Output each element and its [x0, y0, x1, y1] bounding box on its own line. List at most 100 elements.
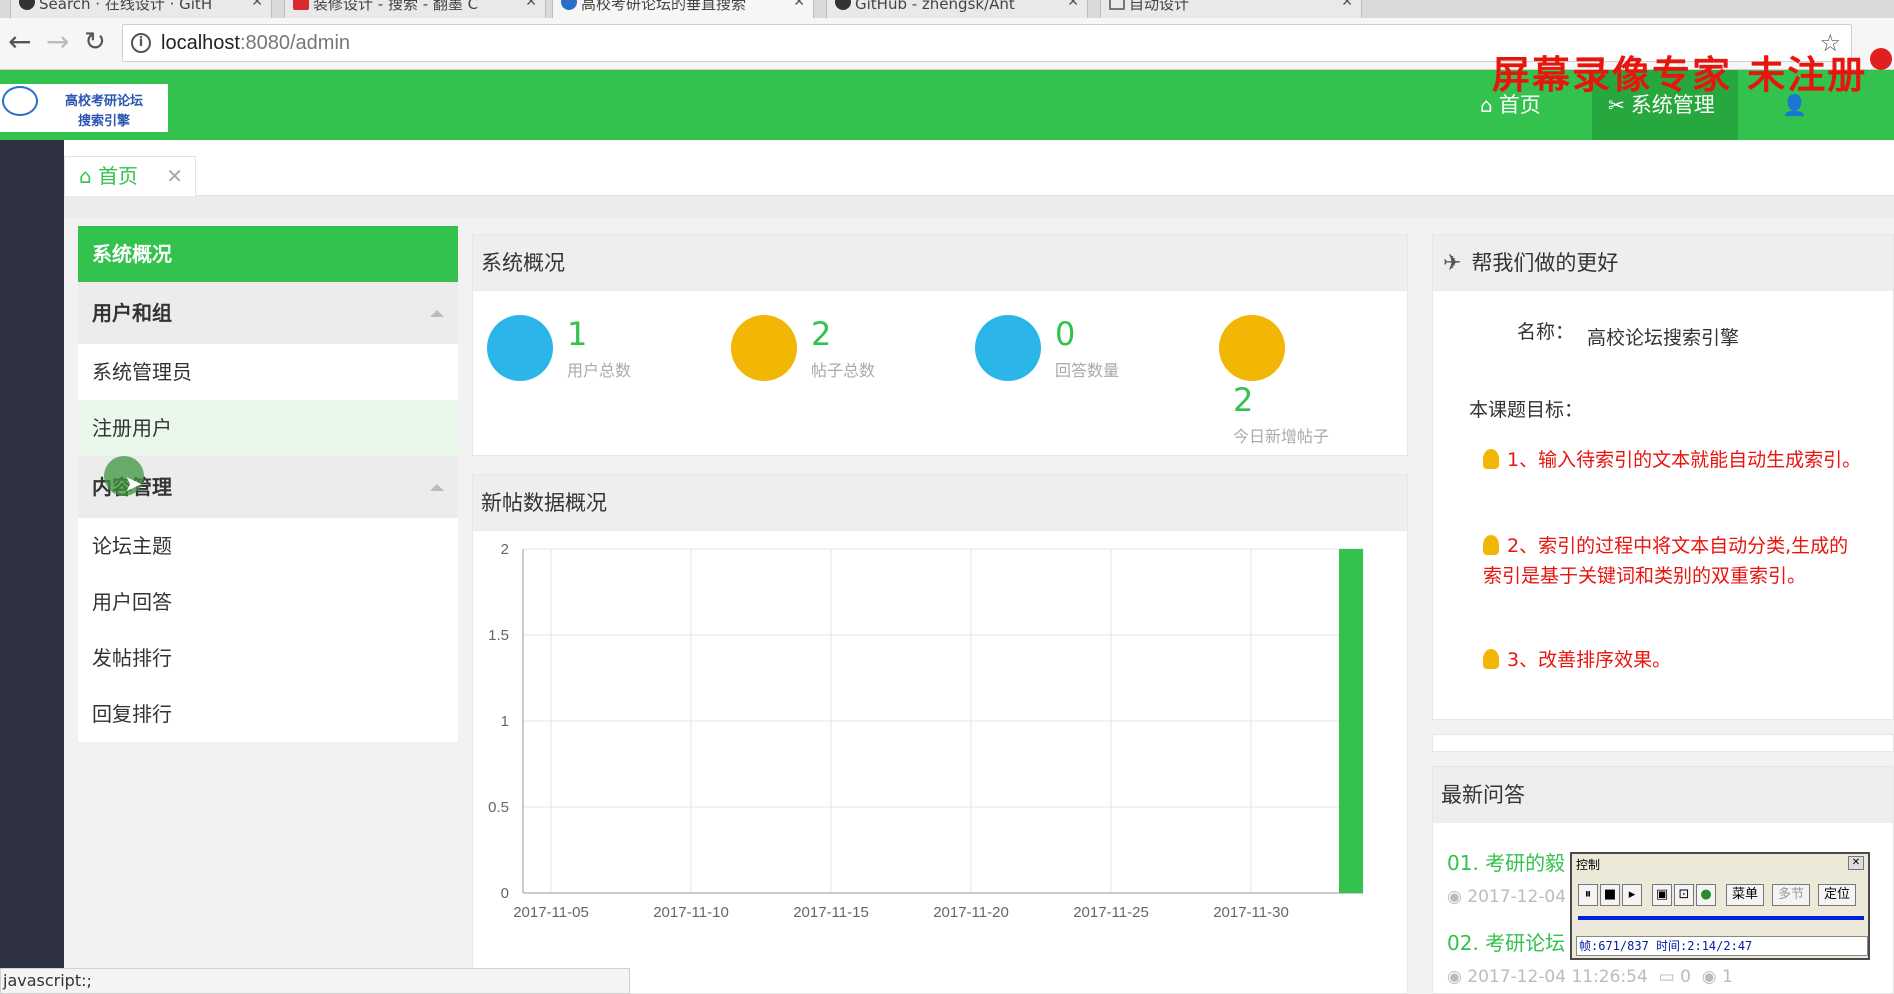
bar — [1339, 549, 1363, 893]
browser-tab[interactable]: 自动设计 ✕ — [1100, 0, 1362, 18]
chart-panel: 新帖数据概况 0 0.5 1 1.5 2 2017-11-05 2017-11-10 2017… — [472, 474, 1408, 994]
close-icon[interactable]: ✕ — [793, 0, 805, 9]
menu-item-post-rank[interactable]: 发帖排行 — [78, 630, 458, 686]
qa-link[interactable]: 01. 考研的毅 — [1447, 847, 1565, 876]
forward-icon[interactable]: → — [46, 28, 69, 56]
browser-tab-label: 高校考研论坛的垂直搜索 — [581, 0, 747, 13]
name-value: 高校论坛搜索引擎 — [1587, 327, 1740, 349]
goals-heading: 本课题目标： — [1469, 399, 1584, 421]
stat-value: 2 — [1233, 381, 1254, 419]
cursor-icon: ➤ — [124, 472, 143, 497]
extension-icon[interactable] — [1870, 48, 1892, 70]
clipboard-icon — [975, 315, 1041, 381]
chat-icon — [731, 315, 797, 381]
eye-icon: ◉ — [1447, 887, 1468, 907]
info-icon[interactable]: i — [131, 33, 151, 53]
help-panel: ✈ 帮我们做的更好 名称： 高校论坛搜索引擎 本课题目标： 1、输入待索引的文本就… — [1432, 234, 1894, 720]
browser-status-bar: javascript:; — [0, 968, 630, 994]
browser-tab[interactable]: Search · 在线设计 · GitH ✕ — [10, 0, 272, 18]
locate-button[interactable]: 定位 — [1818, 884, 1856, 906]
medal-icon — [1483, 649, 1499, 669]
medal-icon — [1483, 535, 1499, 555]
y-tick-label: 2 — [501, 541, 509, 558]
qa-meta: ◉ 2017-12-04 — [1447, 887, 1566, 907]
y-tick-label: 1 — [501, 713, 509, 730]
stat-value: 0 — [1055, 315, 1076, 353]
stat-label: 帖子总数 — [811, 361, 876, 380]
step-button[interactable]: ▸ — [1622, 884, 1642, 906]
qa-comments: 0 — [1680, 967, 1691, 987]
logo[interactable]: 高校考研论坛 搜索引擎 — [0, 84, 168, 132]
paper-plane-icon: ✈ — [1443, 251, 1462, 276]
x-tick-label: 2017-11-05 — [513, 904, 589, 921]
dark-sidebar — [0, 140, 64, 994]
goal-text: 2、索引的过程中将文本自动分类,生成的索引是基于关键词和类别的双重索引。 — [1483, 535, 1849, 587]
caret-up-icon — [430, 484, 444, 491]
qa-link[interactable]: 02. 考研论坛 — [1447, 927, 1565, 956]
home-icon: ⌂ — [79, 164, 92, 188]
close-icon[interactable]: ✕ — [525, 0, 537, 9]
stat-label: 回答数量 — [1055, 361, 1120, 380]
back-icon[interactable]: ← — [8, 28, 31, 56]
qa-views: 1 — [1721, 967, 1733, 987]
fullscreen-button[interactable]: ▣ — [1652, 884, 1672, 906]
y-tick-label: 1.5 — [488, 627, 509, 644]
close-icon[interactable]: ✕ — [166, 157, 183, 195]
pause-button[interactable]: ⏸ — [1578, 884, 1598, 906]
goal-text: 1、输入待索引的文本就能自动生成索引。 — [1507, 449, 1862, 471]
menu-item-overview[interactable]: 系统概况 — [78, 226, 458, 282]
close-icon[interactable]: ✕ — [1341, 0, 1353, 9]
close-icon[interactable]: ✕ — [1067, 0, 1079, 9]
audio-button[interactable]: ● — [1696, 884, 1716, 906]
x-tick-label: 2017-11-20 — [933, 904, 1009, 921]
qa-date: 2017-12-04 — [1467, 887, 1567, 907]
browser-tab-active[interactable]: 高校考研论坛的垂直搜索 ✕ — [552, 0, 814, 18]
multi-button[interactable]: 多节 — [1772, 884, 1810, 906]
recorder-status: 帧:671/837 时间:2:14/2:47 — [1576, 936, 1868, 956]
browser-tab-label: 自动设计 — [1129, 0, 1190, 13]
panel-title: 最新问答 — [1433, 767, 1893, 823]
close-icon[interactable]: ✕ — [251, 0, 263, 9]
x-tick-label: 2017-11-25 — [1073, 904, 1149, 921]
url-text: localhost:8080/admin — [161, 32, 351, 54]
browser-tab[interactable]: 装修设计 - 搜索 - 翻墨 C ✕ — [284, 0, 546, 18]
browser-tab-label: GitHub - zhengsk/Ant — [855, 0, 1015, 13]
empty-panel — [1432, 734, 1894, 752]
panel-title: 新帖数据概况 — [473, 475, 1407, 531]
reload-icon[interactable]: ↻ — [84, 28, 106, 56]
fit-button[interactable]: ⊡ — [1674, 884, 1694, 906]
browser-tab[interactable]: GitHub - zhengsk/Ant ✕ — [826, 0, 1088, 18]
user-icon — [487, 315, 553, 381]
comment-icon: ▭ — [1658, 967, 1681, 987]
logo-text-line2: 搜索引擎 — [77, 114, 130, 129]
menu-item-reply-rank[interactable]: 回复排行 — [78, 686, 458, 742]
qa-date: 2017-12-04 11:26:54 — [1467, 967, 1648, 987]
menu-item-topics[interactable]: 论坛主题 — [78, 518, 458, 574]
help-title-text: 帮我们做的更好 — [1471, 251, 1619, 275]
menu-item-registered-users[interactable]: 注册用户 — [78, 400, 458, 456]
chat-icon — [1219, 315, 1285, 381]
browser-tab-label: 装修设计 - 搜索 - 翻墨 C — [313, 0, 479, 13]
caret-up-icon — [430, 310, 444, 317]
goal-item: 2、索引的过程中将文本自动分类,生成的索引是基于关键词和类别的双重索引。 — [1483, 531, 1863, 591]
menu-item-replies[interactable]: 用户回答 — [78, 574, 458, 630]
tab-home-label: 首页 — [98, 164, 139, 188]
y-tick-label: 0 — [501, 885, 509, 902]
goal-text: 3、改善排序效果。 — [1507, 649, 1672, 671]
eye-icon: ◉ — [1447, 967, 1468, 987]
page-tab-bar: ⌂ 首页 ✕ — [64, 140, 1894, 196]
bar-chart: 0 0.5 1 1.5 2 2017-11-05 2017-11-10 2017-11-15 2… — [488, 541, 1364, 921]
stat-value: 2 — [811, 315, 832, 353]
menu-group-users[interactable]: 用户和组 — [78, 282, 458, 344]
recorder-control-window[interactable]: 控制 ✕ ⏸ ■ ▸ ▣ ⊡ ● 菜单 多节 定位 帧:671/837 时间:2… — [1570, 852, 1870, 960]
eye-icon: ◉ — [1701, 967, 1722, 987]
menu-button[interactable]: 菜单 — [1726, 884, 1764, 906]
goal-item: 3、改善排序效果。 — [1483, 645, 1863, 675]
menu-item-admins[interactable]: 系统管理员 — [78, 344, 458, 400]
tab-home[interactable]: ⌂ 首页 ✕ — [64, 156, 196, 196]
stop-button[interactable]: ■ — [1600, 884, 1620, 906]
x-tick-label: 2017-11-15 — [793, 904, 869, 921]
close-icon[interactable]: ✕ — [1848, 856, 1864, 870]
stat-label: 用户总数 — [567, 361, 632, 380]
progress-track[interactable] — [1578, 916, 1864, 920]
